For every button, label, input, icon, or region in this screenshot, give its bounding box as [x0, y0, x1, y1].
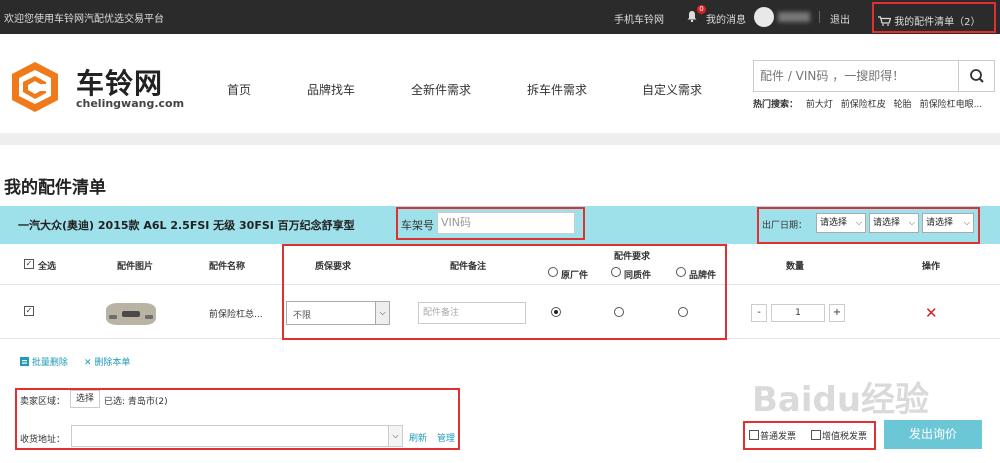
selected-region: 已选: 青岛市(2)	[104, 397, 168, 407]
highlight-box	[282, 244, 727, 340]
col-image: 配件图片	[117, 262, 154, 272]
vin-input[interactable]: VIN码	[437, 212, 575, 234]
username-blurred	[778, 12, 810, 22]
select-all-label: 全选	[38, 262, 57, 272]
car-model-name: 一汽大众(奥迪) 2015款 A6L 2.5FSI 无级 30FSI 百万纪念舒…	[18, 219, 355, 232]
top-bar: 欢迎您使用车铃网汽配优选交易平台 手机车铃网 0 我的消息 退出 我的配件清单（…	[0, 0, 1000, 34]
baidu-watermark: Baidu经验	[752, 380, 930, 420]
submit-inquiry-button[interactable]: 发出询价	[884, 420, 982, 449]
invoice-normal-checkbox[interactable]	[749, 430, 759, 440]
cart-label: 我的配件清单（2）	[894, 17, 981, 28]
qty-input[interactable]: 1	[771, 304, 825, 322]
seller-region-label: 卖家区域：	[20, 397, 66, 407]
chevron-down-icon: ⌵	[855, 218, 862, 227]
delete-icon[interactable]: ✕	[925, 304, 938, 322]
month-select[interactable]: 请选择 ⌵	[869, 213, 919, 233]
year-select[interactable]: 请选择 ⌵	[816, 213, 866, 233]
batch-icon	[20, 357, 29, 366]
invoice-normal[interactable]: 普通发票	[749, 429, 796, 442]
hot-item[interactable]: 轮胎	[894, 100, 912, 110]
bell-icon[interactable]	[686, 10, 698, 22]
address-label: 收货地址：	[20, 435, 66, 445]
nav-custom[interactable]: 自定义需求	[642, 81, 702, 98]
part-name[interactable]: 前保险杠总...	[209, 307, 263, 320]
divider	[819, 11, 820, 23]
nav-used-parts[interactable]: 拆车件需求	[527, 81, 587, 98]
select-all-checkbox[interactable]: ✓	[24, 259, 34, 269]
chevron-down-icon: ⌵	[388, 426, 402, 446]
nav-brand-search[interactable]: 品牌找车	[307, 81, 355, 98]
logout-link[interactable]: 退出	[830, 11, 850, 26]
search-box	[753, 60, 995, 92]
col-qty: 数量	[786, 262, 805, 272]
invoice-vat[interactable]: 增值税发票	[811, 429, 867, 442]
address-select[interactable]: ⌵	[71, 425, 403, 447]
manage-link[interactable]: 管理	[437, 431, 455, 444]
hot-label: 热门搜索：	[753, 100, 799, 110]
col-name: 配件名称	[209, 262, 246, 272]
search-icon	[970, 69, 984, 83]
notification-badge: 0	[697, 5, 706, 14]
page-title: 我的配件清单	[4, 178, 106, 198]
date-label: 出厂日期：	[762, 221, 808, 231]
invoice-vat-checkbox[interactable]	[811, 430, 821, 440]
bumper-image[interactable]	[104, 299, 158, 327]
logo-domain: chelingwang.com	[76, 97, 185, 110]
day-select[interactable]: 请选择 ⌵	[922, 213, 974, 233]
chevron-down-icon: ⌵	[963, 218, 970, 227]
nav-home[interactable]: 首页	[227, 81, 251, 98]
qty-plus-button[interactable]: +	[829, 304, 845, 322]
nav-new-parts[interactable]: 全新件需求	[411, 81, 471, 98]
vin-label: 车架号	[401, 219, 434, 232]
chevron-down-icon: ⌵	[908, 218, 915, 227]
hot-item[interactable]: 前保险杠电眼...	[920, 100, 983, 110]
parts-cart-link[interactable]: 我的配件清单（2）	[872, 2, 996, 33]
logo-icon[interactable]	[8, 60, 62, 114]
cart-icon	[878, 16, 891, 26]
col-operation: 操作	[922, 262, 941, 272]
messages-link[interactable]: 我的消息	[706, 11, 746, 26]
delete-list-link[interactable]: ✕ 删除本单	[84, 355, 130, 368]
header-divider	[0, 133, 1000, 145]
logo-text[interactable]: 车铃网	[76, 62, 163, 102]
batch-delete-link[interactable]: 批量删除	[20, 355, 68, 368]
avatar[interactable]	[754, 7, 774, 27]
refresh-link[interactable]: 刷新	[409, 431, 427, 444]
mobile-site-link[interactable]: 手机车铃网	[614, 11, 664, 26]
search-button[interactable]	[958, 61, 994, 91]
hot-item[interactable]: 前保险杠皮	[841, 100, 886, 110]
choose-region-button[interactable]: 选择	[70, 390, 100, 408]
close-icon: ✕	[84, 358, 92, 368]
welcome-text: 欢迎您使用车铃网汽配优选交易平台	[4, 14, 164, 25]
hot-searches: 热门搜索： 前大灯 前保险杠皮 轮胎 前保险杠电眼...	[753, 97, 982, 110]
row-checkbox[interactable]: ✓	[24, 306, 34, 316]
search-input[interactable]	[754, 61, 958, 91]
hot-item[interactable]: 前大灯	[806, 100, 833, 110]
qty-minus-button[interactable]: -	[751, 304, 767, 322]
